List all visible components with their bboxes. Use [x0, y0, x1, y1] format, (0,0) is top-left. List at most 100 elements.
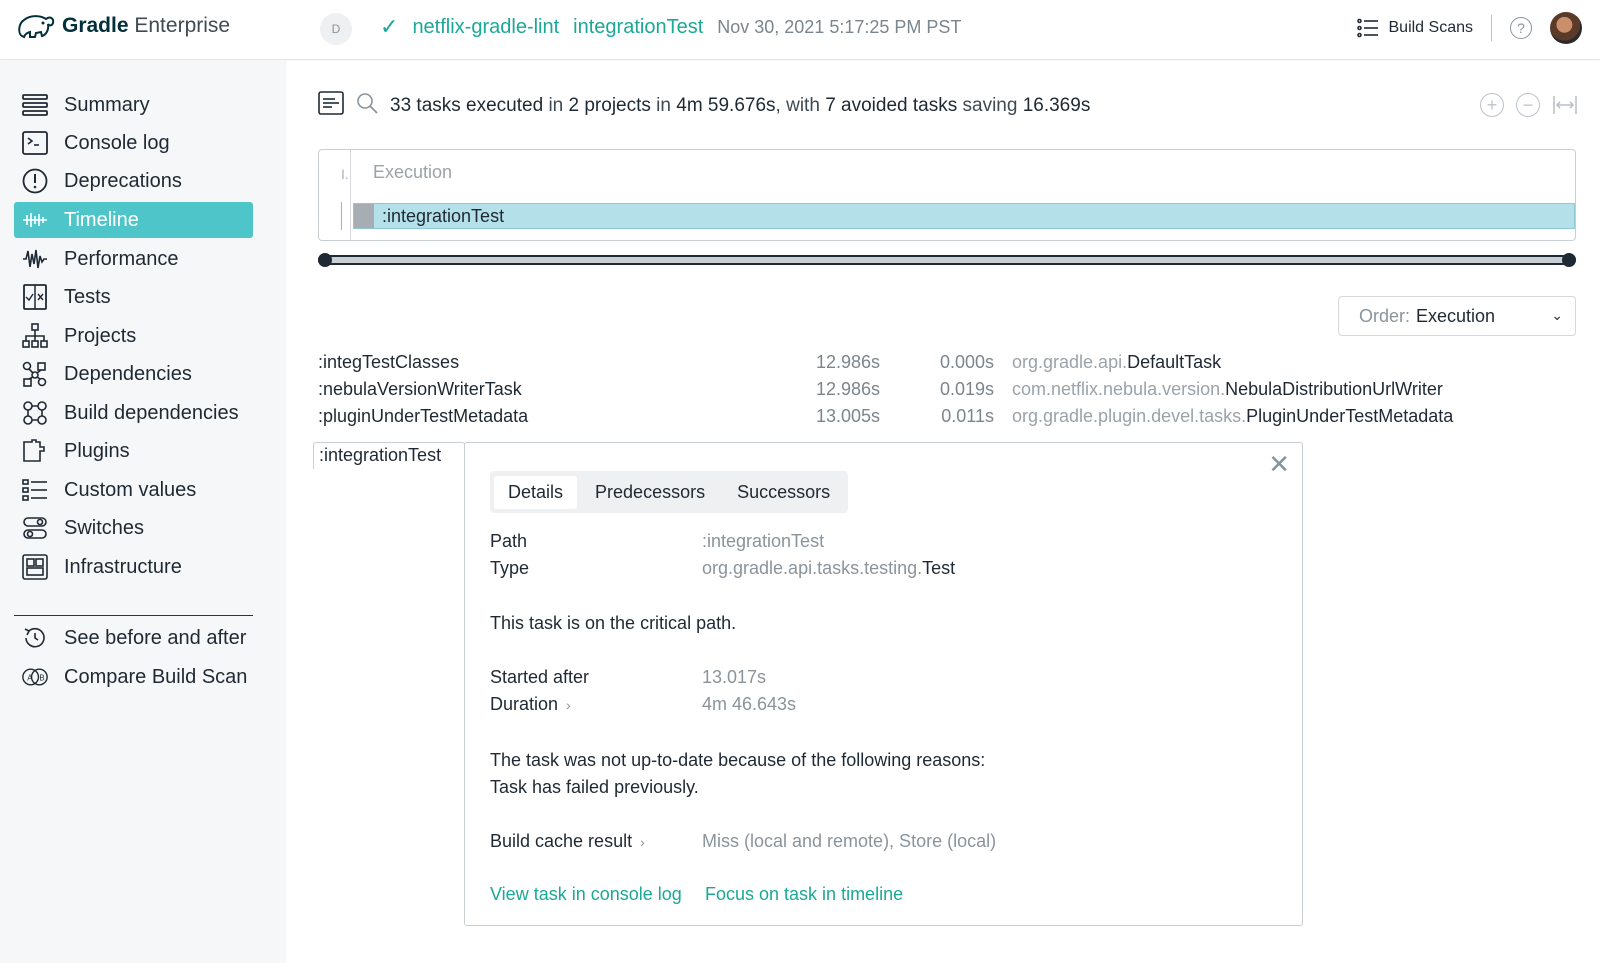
project-name[interactable]: netflix-gradle-lint [412, 16, 559, 39]
duration-toggle[interactable]: Duration › [490, 694, 571, 715]
timeline-bar-label: :integrationTest [382, 206, 505, 226]
summary-saving-text: saving [962, 95, 1018, 116]
order-label: Order: [1359, 305, 1411, 326]
tab-predecessors[interactable]: Predecessors [581, 476, 719, 509]
fit-width-icon[interactable] [1552, 93, 1578, 123]
sidebar-item-see-before-after[interactable]: See before and after [14, 620, 253, 656]
task-type-class: PluginUnderTestMetadata [1246, 406, 1454, 426]
elephant-logo-icon [18, 15, 55, 39]
sidebar-item-projects[interactable]: Projects [14, 318, 253, 354]
slider-start-handle[interactable] [318, 253, 332, 267]
sidebar-item-label: Plugins [64, 439, 130, 462]
header-divider [1491, 15, 1492, 41]
task-name: :integTestClasses [318, 352, 460, 372]
task-type-package: org.gradle.api. [1012, 352, 1128, 372]
build-timestamp: Nov 30, 2021 5:17:25 PM PST [717, 16, 962, 37]
sidebar-item-label: Build dependencies [64, 401, 239, 424]
duration-label: Duration [490, 694, 559, 714]
sidebar-item-switches[interactable]: Switches [14, 510, 253, 546]
chevron-right-icon: › [566, 697, 571, 713]
help-icon[interactable]: ? [1510, 17, 1532, 39]
user-avatar[interactable] [1550, 12, 1582, 44]
svg-text:B: B [39, 673, 44, 682]
up-to-date-reason: Task has failed previously. [490, 777, 699, 797]
requested-task: integrationTest [573, 15, 704, 38]
sidebar-item-plugins[interactable]: Plugins [14, 433, 253, 469]
plugins-icon [22, 438, 48, 464]
history-icon [22, 625, 48, 651]
task-row[interactable]: :nebulaVersionWriterTask 12.986s 0.019s … [318, 377, 1558, 404]
sidebar-item-label: Tests [64, 285, 111, 308]
zoom-out-icon[interactable]: − [1516, 93, 1540, 117]
user-initial-badge[interactable]: D [320, 13, 352, 45]
summary-in-text-2: in [656, 95, 671, 116]
timeline-summary: 33 tasks executed in 2 projects in 4m 59… [318, 91, 1090, 121]
sidebar-item-timeline[interactable]: Timeline [14, 202, 253, 238]
sidebar-item-deprecations[interactable]: Deprecations [14, 163, 253, 199]
chevron-right-icon: › [640, 834, 645, 850]
sidebar-item-label: Custom values [64, 478, 197, 501]
task-duration: 13.005s [815, 406, 880, 426]
tab-details[interactable]: Details [494, 475, 578, 509]
up-to-date-reason-heading: The task was not up-to-date because of t… [490, 750, 986, 770]
task-name: :nebulaVersionWriterTask [318, 379, 522, 399]
task-type-class: NebulaDistributionUrlWriter [1225, 379, 1443, 399]
sidebar-item-infrastructure[interactable]: Infrastructure [14, 549, 253, 585]
build-scans-label: Build Scans [1388, 19, 1474, 36]
build-cache-toggle[interactable]: Build cache result › [490, 831, 645, 852]
timeline-chart[interactable]: I. Execution :integrationTest [318, 149, 1576, 241]
type-class: Test [922, 558, 956, 578]
close-icon[interactable]: ✕ [1268, 451, 1290, 477]
sidebar: Summary Console log Deprecations Timelin… [0, 61, 286, 963]
build-cache-label: Build cache result [490, 831, 633, 851]
view-in-console-log-link[interactable]: View task in console log [490, 884, 682, 905]
gutter-line [341, 202, 342, 230]
slider-end-handle[interactable] [1562, 253, 1576, 267]
infrastructure-icon [22, 554, 48, 580]
sidebar-item-tests[interactable]: Tests [14, 279, 253, 315]
timeline-range-slider[interactable] [318, 251, 1576, 267]
zoom-in-icon[interactable]: + [1480, 93, 1504, 117]
time-saved: 16.369s [1022, 95, 1091, 116]
sidebar-item-summary[interactable]: Summary [14, 87, 253, 123]
sidebar-item-label: Performance [64, 247, 179, 270]
sidebar-item-label: Deprecations [64, 169, 182, 192]
tab-successors[interactable]: Successors [723, 476, 844, 509]
main-content: 33 tasks executed in 2 projects in 4m 59… [286, 61, 1600, 963]
selected-task-row[interactable]: :integrationTest [313, 442, 465, 469]
task-duration: 12.986s [815, 352, 880, 372]
timeline-task-bar[interactable]: :integrationTest [353, 203, 1575, 229]
sidebar-item-dependencies[interactable]: Dependencies [14, 356, 253, 392]
task-row[interactable]: :pluginUnderTestMetadata 13.005s 0.011s … [318, 404, 1558, 431]
logo-bold-text: Gradle [62, 14, 129, 37]
chevron-down-icon: ⌄ [1551, 307, 1563, 323]
sidebar-item-console-log[interactable]: Console log [14, 125, 253, 161]
order-value: Execution [1416, 305, 1496, 326]
sidebar-item-build-dependencies[interactable]: Build dependencies [14, 395, 253, 431]
order-select[interactable]: Order: Execution ⌄ [1338, 296, 1576, 336]
sidebar-item-performance[interactable]: Performance [14, 241, 253, 277]
build-scans-link[interactable]: Build Scans [1356, 18, 1474, 38]
sidebar-item-custom-values[interactable]: Custom values [14, 472, 253, 508]
slider-track[interactable] [318, 255, 1576, 265]
sidebar-item-label: Console log [64, 131, 170, 154]
zoom-controls: + − [1480, 93, 1578, 123]
type-package: org.gradle.api.tasks.testing. [702, 558, 923, 578]
focus-in-timeline-link[interactable]: Focus on task in timeline [705, 884, 903, 905]
task-type-package: org.gradle.plugin.devel.tasks. [1012, 406, 1247, 426]
sidebar-item-label: Compare Build Scan [64, 665, 248, 688]
sidebar-item-label: See before and after [64, 626, 247, 649]
path-label: Path [490, 531, 528, 551]
task-type-class: DefaultTask [1127, 352, 1222, 372]
detail-tabs: Details Predecessors Successors [490, 471, 849, 513]
console-icon [22, 130, 48, 156]
sidebar-item-label: Dependencies [64, 362, 192, 385]
gradle-enterprise-logo[interactable]: Gradle Enterprise [16, 10, 230, 42]
details-toggle-icon[interactable] [318, 91, 344, 121]
sidebar-item-compare-build-scan[interactable]: AB Compare Build Scan [14, 659, 253, 695]
task-row[interactable]: :integTestClasses 12.986s 0.000s org.gra… [318, 350, 1558, 377]
search-icon[interactable] [356, 92, 378, 120]
task-start: 0.019s [939, 379, 994, 399]
timeline-bar-stub [354, 204, 374, 228]
build-cache-value: Miss (local and remote), Store (local) [702, 831, 997, 851]
